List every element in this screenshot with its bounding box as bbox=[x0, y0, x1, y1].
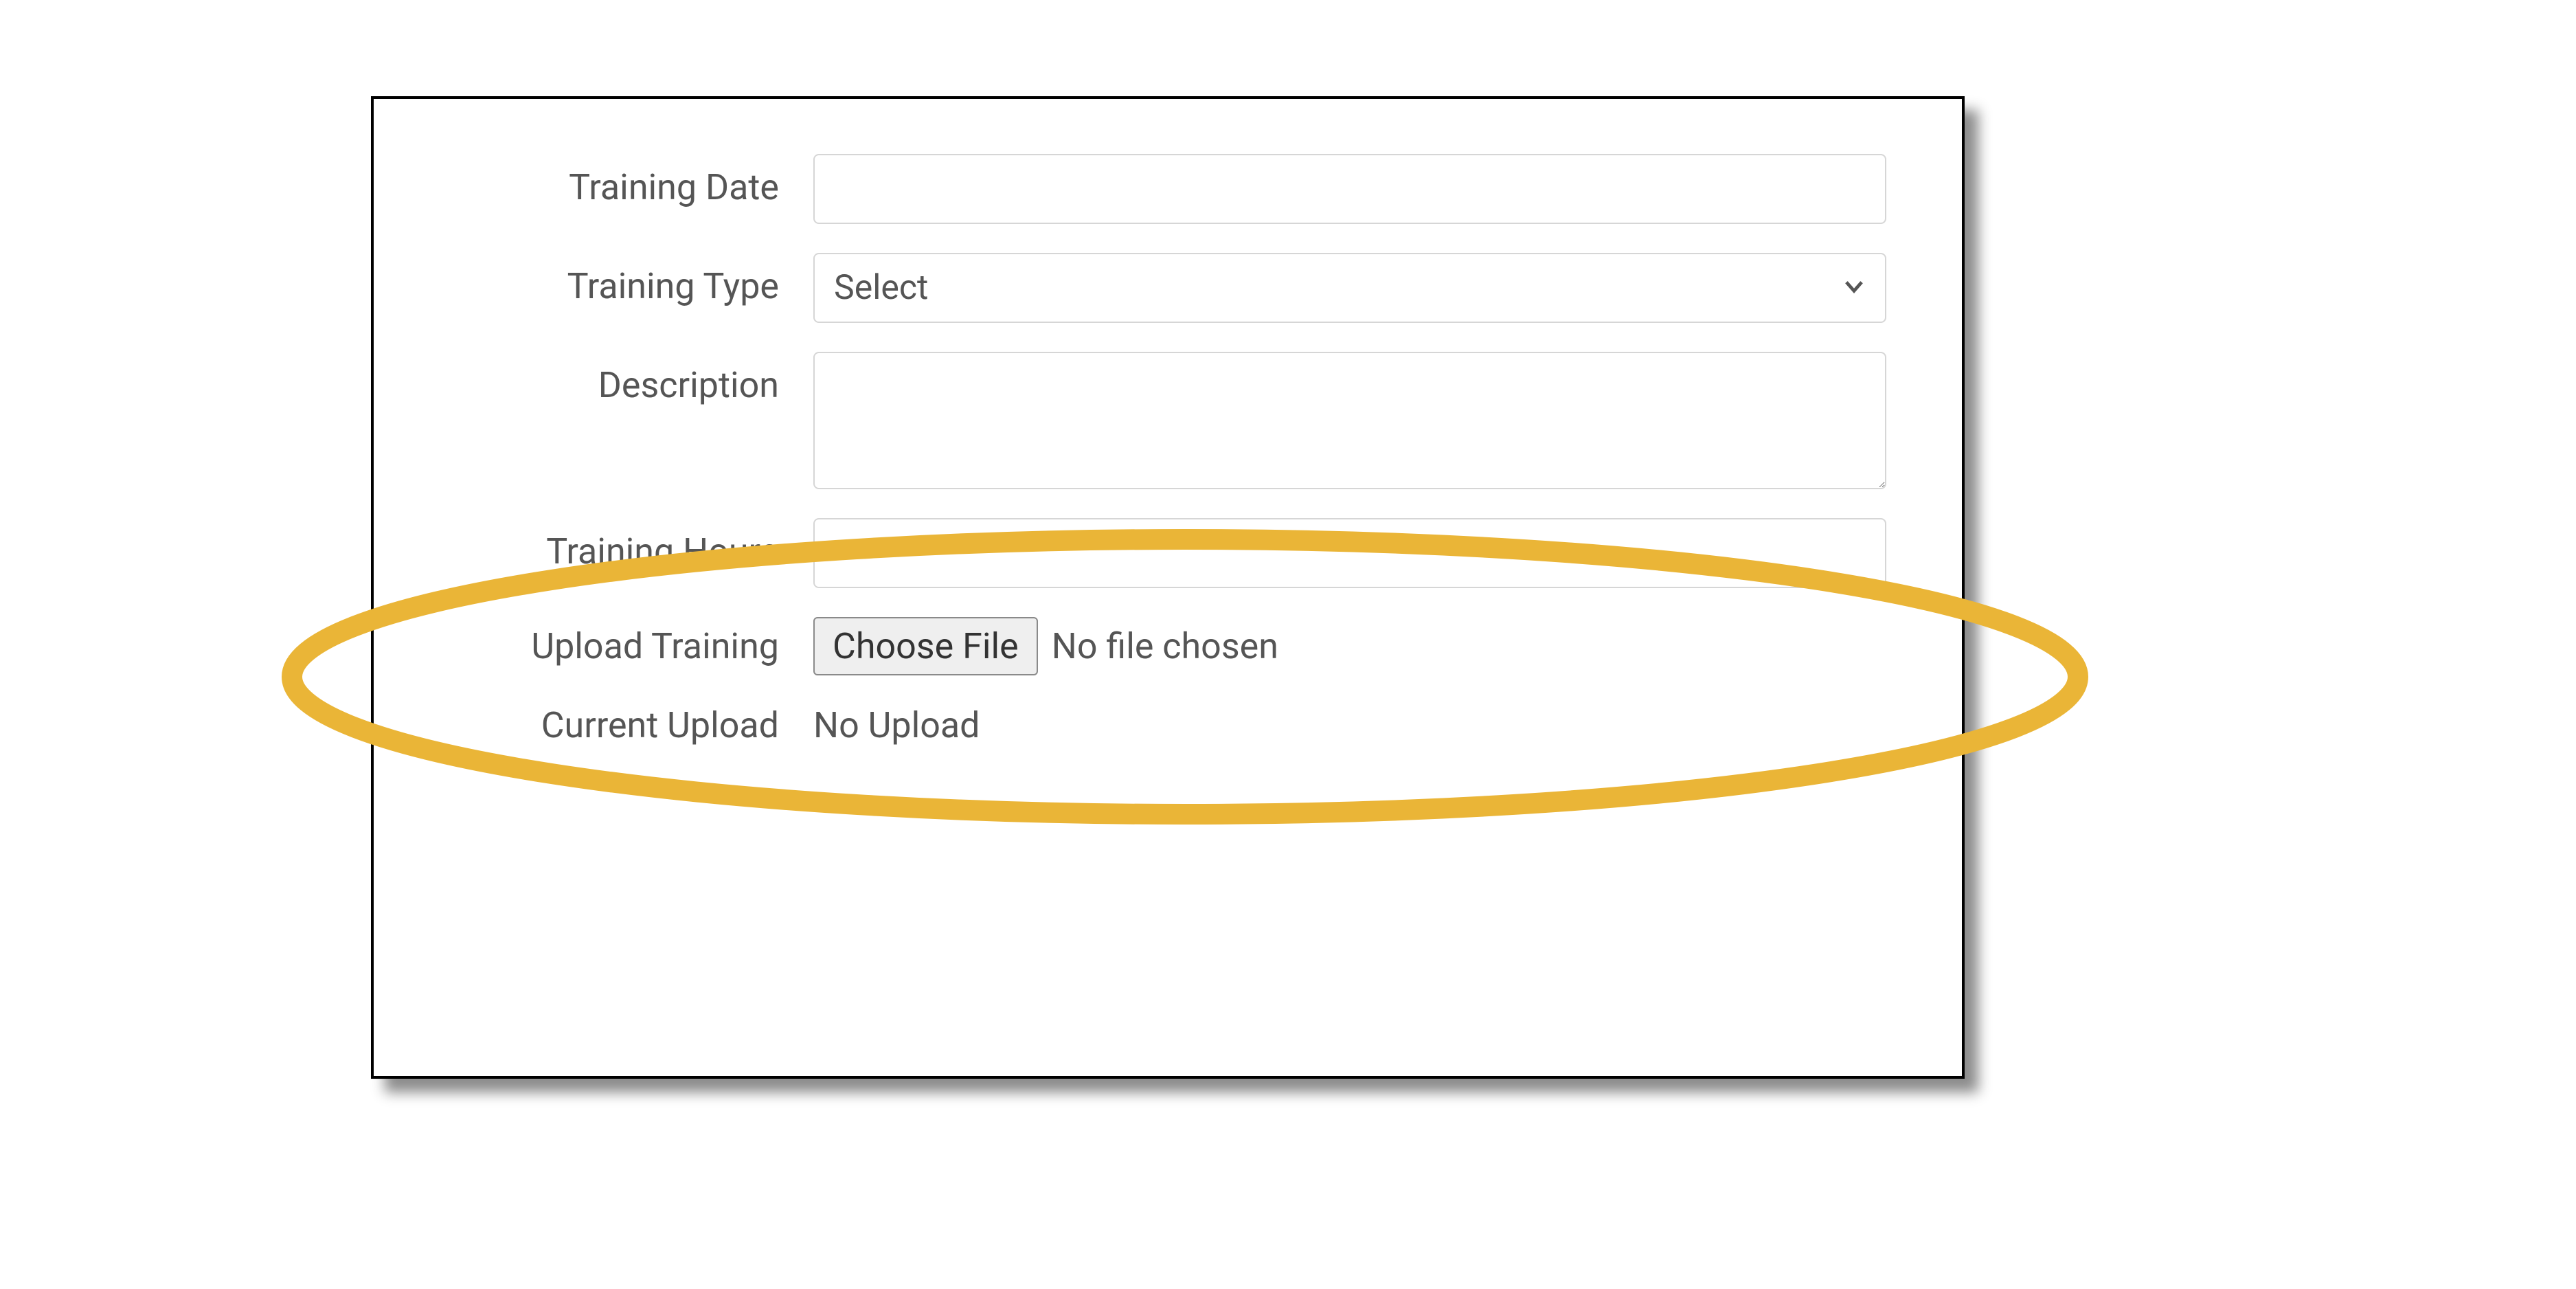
row-current-upload: Current Upload No Upload bbox=[456, 704, 1886, 746]
training-date-label: Training Date bbox=[456, 154, 813, 208]
description-input-col bbox=[813, 352, 1886, 489]
current-upload-value: No Upload bbox=[813, 704, 980, 746]
description-textarea[interactable] bbox=[813, 352, 1886, 489]
row-training-hours: Training Hours bbox=[456, 518, 1886, 588]
upload-training-label: Upload Training bbox=[456, 625, 813, 667]
file-input-wrapper: Choose File No file chosen bbox=[813, 617, 1278, 675]
row-description: Description bbox=[456, 352, 1886, 489]
training-type-label: Training Type bbox=[456, 253, 813, 307]
current-upload-label: Current Upload bbox=[456, 704, 813, 746]
training-date-input-col bbox=[813, 154, 1886, 224]
training-type-input-col: Select bbox=[813, 253, 1886, 323]
training-hours-input[interactable] bbox=[813, 518, 1886, 588]
description-label: Description bbox=[456, 352, 813, 406]
file-chosen-status: No file chosen bbox=[1052, 625, 1278, 667]
row-upload-training: Upload Training Choose File No file chos… bbox=[456, 617, 1886, 675]
training-type-selected-value: Select bbox=[834, 268, 928, 308]
training-type-select[interactable]: Select bbox=[813, 253, 1886, 323]
choose-file-button[interactable]: Choose File bbox=[813, 617, 1038, 675]
training-hours-input-col bbox=[813, 518, 1886, 588]
form-panel: Training Date Training Type Select Descr… bbox=[371, 96, 1965, 1079]
training-date-input[interactable] bbox=[813, 154, 1886, 224]
row-training-type: Training Type Select bbox=[456, 253, 1886, 323]
training-hours-label: Training Hours bbox=[456, 518, 813, 572]
training-type-select-wrapper: Select bbox=[813, 253, 1886, 323]
current-upload-value-col: No Upload bbox=[813, 704, 1886, 746]
form-area: Training Date Training Type Select Descr… bbox=[374, 99, 1962, 1076]
upload-training-input-col: Choose File No file chosen bbox=[813, 617, 1886, 675]
row-training-date: Training Date bbox=[456, 154, 1886, 224]
